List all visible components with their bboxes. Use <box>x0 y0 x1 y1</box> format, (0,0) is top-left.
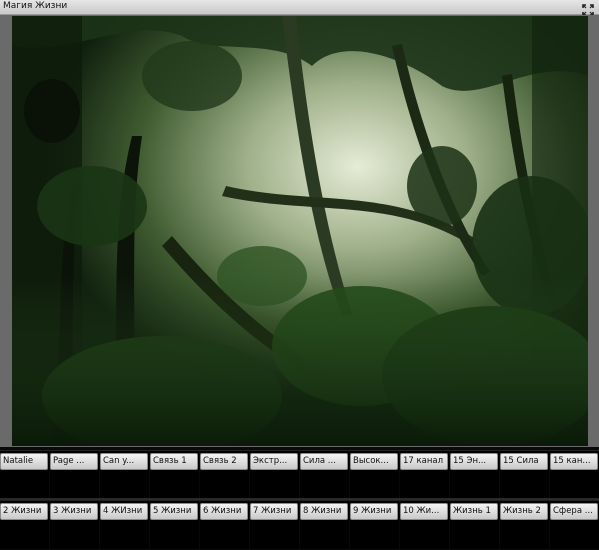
fullscreen-icon[interactable] <box>582 1 594 16</box>
preset-button[interactable]: Жизнь 1 <box>450 503 498 520</box>
preset-cell: Экстр... <box>250 451 299 499</box>
preset-cell: 7 Жизни <box>250 501 299 549</box>
preset-button[interactable]: 9 Жизни <box>350 503 398 520</box>
preset-cell: Page ... <box>50 451 99 499</box>
preset-cell: 15 Эн... <box>450 451 499 499</box>
video-frame[interactable] <box>12 16 588 446</box>
preset-button[interactable]: 15 Эн... <box>450 453 498 470</box>
window-title: Магия Жизни <box>3 1 68 11</box>
preset-cell: Связь 2 <box>200 451 249 499</box>
preset-button[interactable]: 6 Жизни <box>200 503 248 520</box>
preset-cell: 8 Жизни <box>300 501 349 549</box>
video-stage <box>0 15 599 447</box>
preset-cell: 5 Жизни <box>150 501 199 549</box>
preset-row-2: 2 Жизни 3 Жизни 4 ЖИзни 5 Жизни 6 Жизни 7 Жиз… <box>0 500 599 549</box>
preset-cell: 10 Жи... <box>400 501 449 549</box>
preset-button[interactable]: 3 Жизни <box>50 503 98 520</box>
preset-cell: 9 Жизни <box>350 501 399 549</box>
title-bar: Магия Жизни <box>0 0 599 16</box>
rainforest-image <box>12 16 588 446</box>
preset-button[interactable]: 8 Жизни <box>300 503 348 520</box>
preset-button[interactable]: Page ... <box>50 453 98 470</box>
preset-cell: 4 ЖИзни <box>100 501 149 549</box>
preset-cell: Жизнь 1 <box>450 501 499 549</box>
preset-button[interactable]: Связь 1 <box>150 453 198 470</box>
preset-button[interactable]: Сфера ... <box>550 503 598 520</box>
preset-button[interactable]: 7 Жизни <box>250 503 298 520</box>
preset-button[interactable]: Высок... <box>350 453 398 470</box>
preset-cell: 15 Сила <box>500 451 549 499</box>
preset-button[interactable]: 2 Жизни <box>0 503 48 520</box>
preset-button[interactable]: Экстр... <box>250 453 298 470</box>
preset-button[interactable]: 17 канал <box>400 453 448 470</box>
preset-cell: 3 Жизни <box>50 501 99 549</box>
preset-button[interactable]: 15 Сила <box>500 453 548 470</box>
preset-cell: 15 кан... <box>550 451 599 499</box>
preset-button[interactable]: 4 ЖИзни <box>100 503 148 520</box>
preset-button[interactable]: Can y... <box>100 453 148 470</box>
preset-cell: Can y... <box>100 451 149 499</box>
preset-cell: Высок... <box>350 451 399 499</box>
preset-cell: Сила ... <box>300 451 349 499</box>
preset-row-1: Natalie Page ... Can y... Связь 1 Связь 2 Экс… <box>0 450 599 499</box>
preset-cell: 2 Жизни <box>0 501 49 549</box>
preset-cell: 17 канал <box>400 451 449 499</box>
preset-button[interactable]: 15 кан... <box>550 453 598 470</box>
preset-cell: Связь 1 <box>150 451 199 499</box>
preset-button[interactable]: Natalie <box>0 453 48 470</box>
preset-cell: Жизнь 2 <box>500 501 549 549</box>
preset-cell: 6 Жизни <box>200 501 249 549</box>
preset-button[interactable]: 10 Жи... <box>400 503 448 520</box>
preset-button[interactable]: 5 Жизни <box>150 503 198 520</box>
preset-button[interactable]: Жизнь 2 <box>500 503 548 520</box>
preset-button[interactable]: Сила ... <box>300 453 348 470</box>
preset-cell: Natalie <box>0 451 49 499</box>
preset-button[interactable]: Связь 2 <box>200 453 248 470</box>
preset-cell: Сфера ... <box>550 501 599 549</box>
